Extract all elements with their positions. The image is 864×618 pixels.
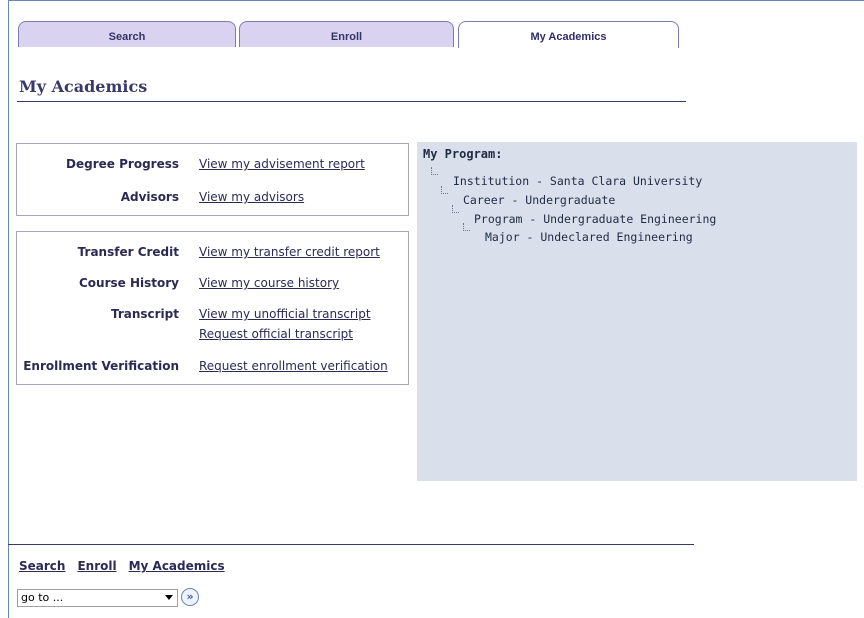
official-transcript-link[interactable]: Request official transcript [199, 327, 353, 341]
transcript-label: Transcript [110, 307, 179, 321]
footer-link-enroll[interactable]: Enroll [77, 559, 116, 573]
footer-divider [8, 544, 694, 545]
tree-connector-icon [431, 167, 438, 175]
double-chevron-right-icon[interactable]: » [181, 588, 199, 606]
transfer-credit-label: Transfer Credit [77, 245, 179, 259]
tree-connector-icon [441, 186, 448, 194]
tree-connector-icon [452, 205, 459, 213]
chevron-down-icon [165, 595, 173, 600]
footer-link-my-academics[interactable]: My Academics [129, 559, 225, 573]
frame-left-border [8, 0, 9, 618]
footer-link-search[interactable]: Search [19, 559, 65, 573]
degree-progress-label: Degree Progress [66, 157, 179, 171]
tab-bar: Search Enroll My Academics [18, 21, 688, 48]
page-title: My Academics [19, 77, 148, 96]
tree-institution: Institution - Santa Clara University [453, 174, 703, 188]
enrollment-verification-row: Enrollment Verification Request enrollme… [17, 359, 408, 375]
transcript-row: Transcript View my unofficial transcript [17, 307, 408, 323]
enrollment-verification-link[interactable]: Request enrollment verification [199, 359, 388, 373]
transfer-credit-report-link[interactable]: View my transfer credit report [199, 245, 380, 259]
degree-progress-row: Degree Progress View my advisement repor… [17, 157, 408, 173]
frame-top-border [8, 0, 864, 1]
footer-nav: Search Enroll My Academics [19, 559, 237, 573]
tree-connector-icon [463, 223, 470, 231]
advisors-label: Advisors [120, 190, 179, 204]
tab-enroll[interactable]: Enroll [239, 21, 454, 47]
advisement-report-link[interactable]: View my advisement report [199, 157, 365, 171]
tree-major: Major - Undeclared Engineering [485, 230, 693, 244]
my-program-panel: My Program: Institution - Santa Clara Un… [417, 142, 857, 481]
course-history-row: Course History View my course history [17, 276, 408, 292]
transfer-credit-row: Transfer Credit View my transfer credit … [17, 245, 408, 261]
records-group: Transfer Credit View my transfer credit … [16, 231, 409, 385]
goto-select[interactable]: go to ... [17, 589, 178, 607]
course-history-label: Course History [79, 276, 179, 290]
enrollment-verification-label: Enrollment Verification [23, 359, 179, 373]
course-history-link[interactable]: View my course history [199, 276, 339, 290]
advisors-link[interactable]: View my advisors [199, 190, 304, 204]
advisors-row: Advisors View my advisors [17, 190, 408, 206]
tree-program: Program - Undergraduate Engineering [474, 212, 717, 226]
degree-progress-group: Degree Progress View my advisement repor… [16, 143, 409, 216]
goto-select-value: go to ... [21, 591, 64, 604]
unofficial-transcript-link[interactable]: View my unofficial transcript [199, 307, 371, 321]
tab-search[interactable]: Search [18, 21, 236, 47]
my-program-title: My Program: [423, 147, 503, 161]
official-transcript-row: Request official transcript [17, 327, 408, 343]
title-divider [17, 101, 686, 102]
tab-my-academics[interactable]: My Academics [458, 21, 679, 48]
tree-career: Career - Undergraduate [463, 193, 616, 207]
